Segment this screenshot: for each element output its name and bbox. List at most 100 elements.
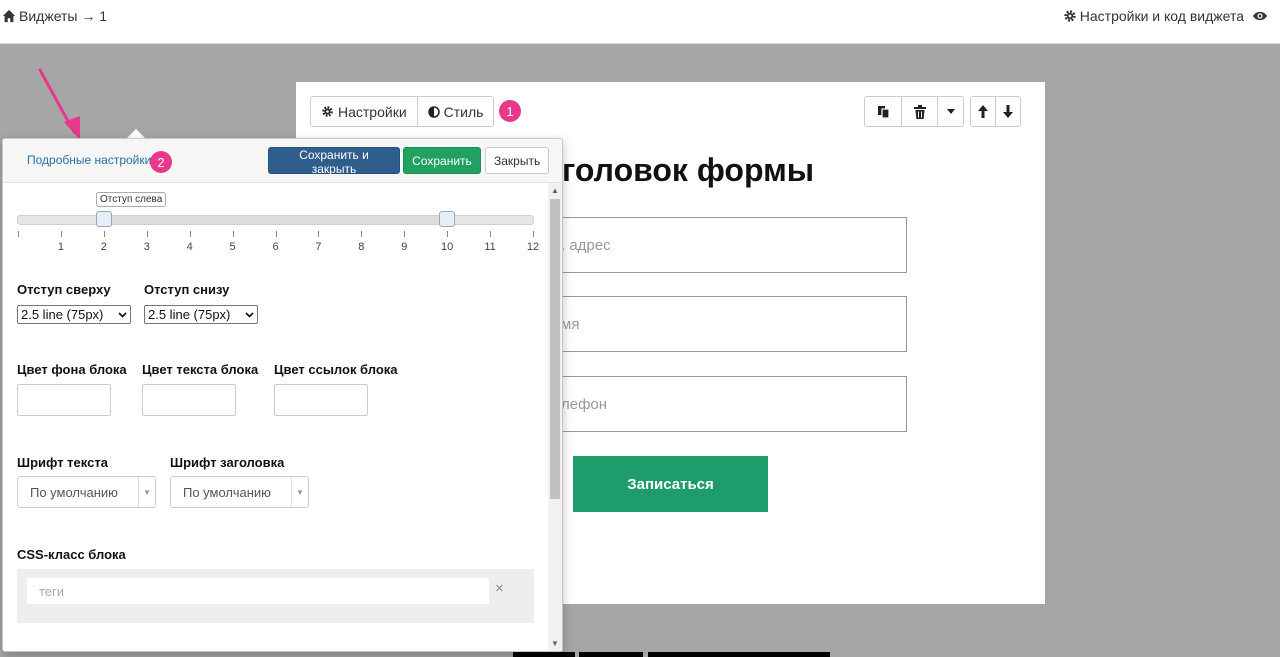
text-font-select[interactable]: По умолчанию ▼ xyxy=(17,476,156,508)
padding-bottom-label: Отступ снизу xyxy=(144,282,230,297)
slider-range xyxy=(103,216,448,224)
padding-top-value: 2.5 line (75px) xyxy=(21,307,104,322)
scroll-down-icon[interactable]: ▼ xyxy=(551,639,559,648)
settings-tab-button[interactable]: Настройки xyxy=(310,96,418,127)
more-actions-dropdown[interactable] xyxy=(938,96,964,127)
gear-icon xyxy=(321,105,334,118)
slider-tick-label: 3 xyxy=(143,241,150,253)
text-font-label: Шрифт текста xyxy=(17,455,108,470)
slider-tick xyxy=(103,231,105,237)
slider-tick-label: 5 xyxy=(229,241,236,253)
clear-icon[interactable]: × xyxy=(495,580,504,597)
text-font-value: По умолчанию xyxy=(30,484,118,500)
detailed-settings-link[interactable]: Подробные настройки xyxy=(27,153,151,167)
slider-tick-label: 4 xyxy=(186,241,193,253)
form-title: головок формы xyxy=(562,152,815,188)
padding-bottom-select[interactable]: 2.5 line (75px) xyxy=(144,305,258,324)
arrow-up-icon xyxy=(978,105,988,118)
heading-font-label: Шрифт заголовка xyxy=(170,455,285,470)
slider-tick-label: 2 xyxy=(100,241,107,253)
padding-top-label: Отступ сверху xyxy=(17,282,111,297)
bottom-strip xyxy=(513,652,575,657)
slider-tick xyxy=(232,231,234,237)
slider-tick-label: 9 xyxy=(401,241,408,253)
slider-tick-label: 8 xyxy=(358,241,365,253)
style-tab-button[interactable]: Стиль xyxy=(417,96,495,127)
slider-tick-label: 11 xyxy=(484,241,496,253)
top-bar: Виджеты → 1 Настройки и код виджета xyxy=(0,0,1280,44)
contrast-icon xyxy=(427,105,440,118)
chevron-down-icon xyxy=(245,311,254,318)
margin-slider-track[interactable] xyxy=(17,215,534,225)
slider-tick xyxy=(189,231,191,237)
slider-tick xyxy=(18,231,19,237)
heading-font-select[interactable]: По умолчанию ▼ xyxy=(170,476,309,508)
slider-tick xyxy=(490,231,492,237)
bottom-strip xyxy=(579,652,643,657)
slider-tick-label: 10 xyxy=(441,241,454,253)
bottom-strip xyxy=(648,652,830,657)
css-class-input[interactable]: теги xyxy=(27,578,489,604)
css-class-tags-box: теги × xyxy=(17,569,534,623)
phone-field[interactable]: лефон xyxy=(546,376,907,432)
move-down-button[interactable] xyxy=(996,96,1021,127)
widget-settings-label[interactable]: Настройки и код виджета xyxy=(1080,8,1244,24)
padding-top-select[interactable]: 2.5 line (75px) xyxy=(17,305,131,324)
move-up-button[interactable] xyxy=(970,96,996,127)
copy-icon xyxy=(877,105,890,119)
slider-tick xyxy=(146,231,148,237)
trash-icon xyxy=(913,104,926,119)
step-badge-1: 1 xyxy=(499,100,521,122)
slider-tick-label: 12 xyxy=(526,241,540,253)
caret-down-icon: ▼ xyxy=(138,477,155,507)
padding-bottom-value: 2.5 line (75px) xyxy=(148,307,231,322)
bg-color-label: Цвет фона блока xyxy=(17,362,127,377)
submit-button[interactable]: Записаться xyxy=(573,456,768,512)
breadcrumb[interactable]: Виджеты → 1 xyxy=(2,8,107,24)
eye-icon[interactable] xyxy=(1252,10,1268,22)
slider-tick-label: 6 xyxy=(272,241,279,253)
slider-tick xyxy=(404,231,406,237)
slider-tick xyxy=(533,231,534,237)
scroll-thumb[interactable] xyxy=(550,199,560,499)
bg-color-input[interactable] xyxy=(17,384,111,416)
slider-tooltip: Отступ слева xyxy=(96,192,167,207)
save-and-close-button[interactable]: Сохранить и закрыть xyxy=(268,147,400,176)
settings-tab-label: Настройки xyxy=(338,103,407,120)
link-color-input[interactable] xyxy=(274,384,368,416)
slider-tick xyxy=(361,231,363,237)
slider-handle-left[interactable] xyxy=(95,211,112,227)
save-button[interactable]: Сохранить xyxy=(403,147,481,174)
popover-header: Подробные настройки 2 Сохранить и закрыт… xyxy=(3,139,562,183)
slider-tick xyxy=(318,231,320,237)
delete-block-button[interactable] xyxy=(902,96,938,127)
css-class-label: CSS-класс блока xyxy=(17,547,126,562)
scroll-up-icon[interactable]: ▲ xyxy=(551,186,559,195)
style-settings-popover: Подробные настройки 2 Сохранить и закрыт… xyxy=(2,138,563,652)
text-color-label: Цвет текста блока xyxy=(142,362,259,377)
block-mode-tabs: Настройки Стиль xyxy=(310,96,495,127)
link-color-label: Цвет ссылок блока xyxy=(274,362,398,377)
step-badge-2: 2 xyxy=(150,151,172,173)
breadcrumb-text[interactable]: Виджеты → 1 xyxy=(19,8,107,24)
email-field[interactable]: . адрес xyxy=(546,217,907,273)
heading-font-value: По умолчанию xyxy=(183,484,271,500)
popover-body: Отступ слева 1 2 3 4 5 6 7 8 9 10 11 12 Отступ свер… xyxy=(3,183,548,651)
slider-handle-right[interactable] xyxy=(439,211,456,227)
close-button[interactable]: Закрыть xyxy=(485,147,549,174)
style-tab-label: Стиль xyxy=(443,103,484,120)
text-color-input[interactable] xyxy=(142,384,236,416)
widget-settings-link[interactable]: Настройки и код виджета xyxy=(1063,8,1244,24)
arrow-down-icon xyxy=(1003,105,1013,118)
slider-tick-label: 1 xyxy=(57,241,64,253)
move-block-group xyxy=(970,96,1021,127)
copy-block-button[interactable] xyxy=(864,96,902,127)
name-field[interactable]: мя xyxy=(546,296,907,352)
gear-icon xyxy=(1063,9,1077,23)
popover-scrollbar[interactable]: ▲ ▼ xyxy=(548,183,562,651)
annotation-arrow xyxy=(38,68,80,140)
top-right-actions: Настройки и код виджета xyxy=(1063,8,1268,24)
slider-tick xyxy=(275,231,277,237)
block-actions xyxy=(864,96,964,127)
caret-down-icon xyxy=(946,109,955,114)
